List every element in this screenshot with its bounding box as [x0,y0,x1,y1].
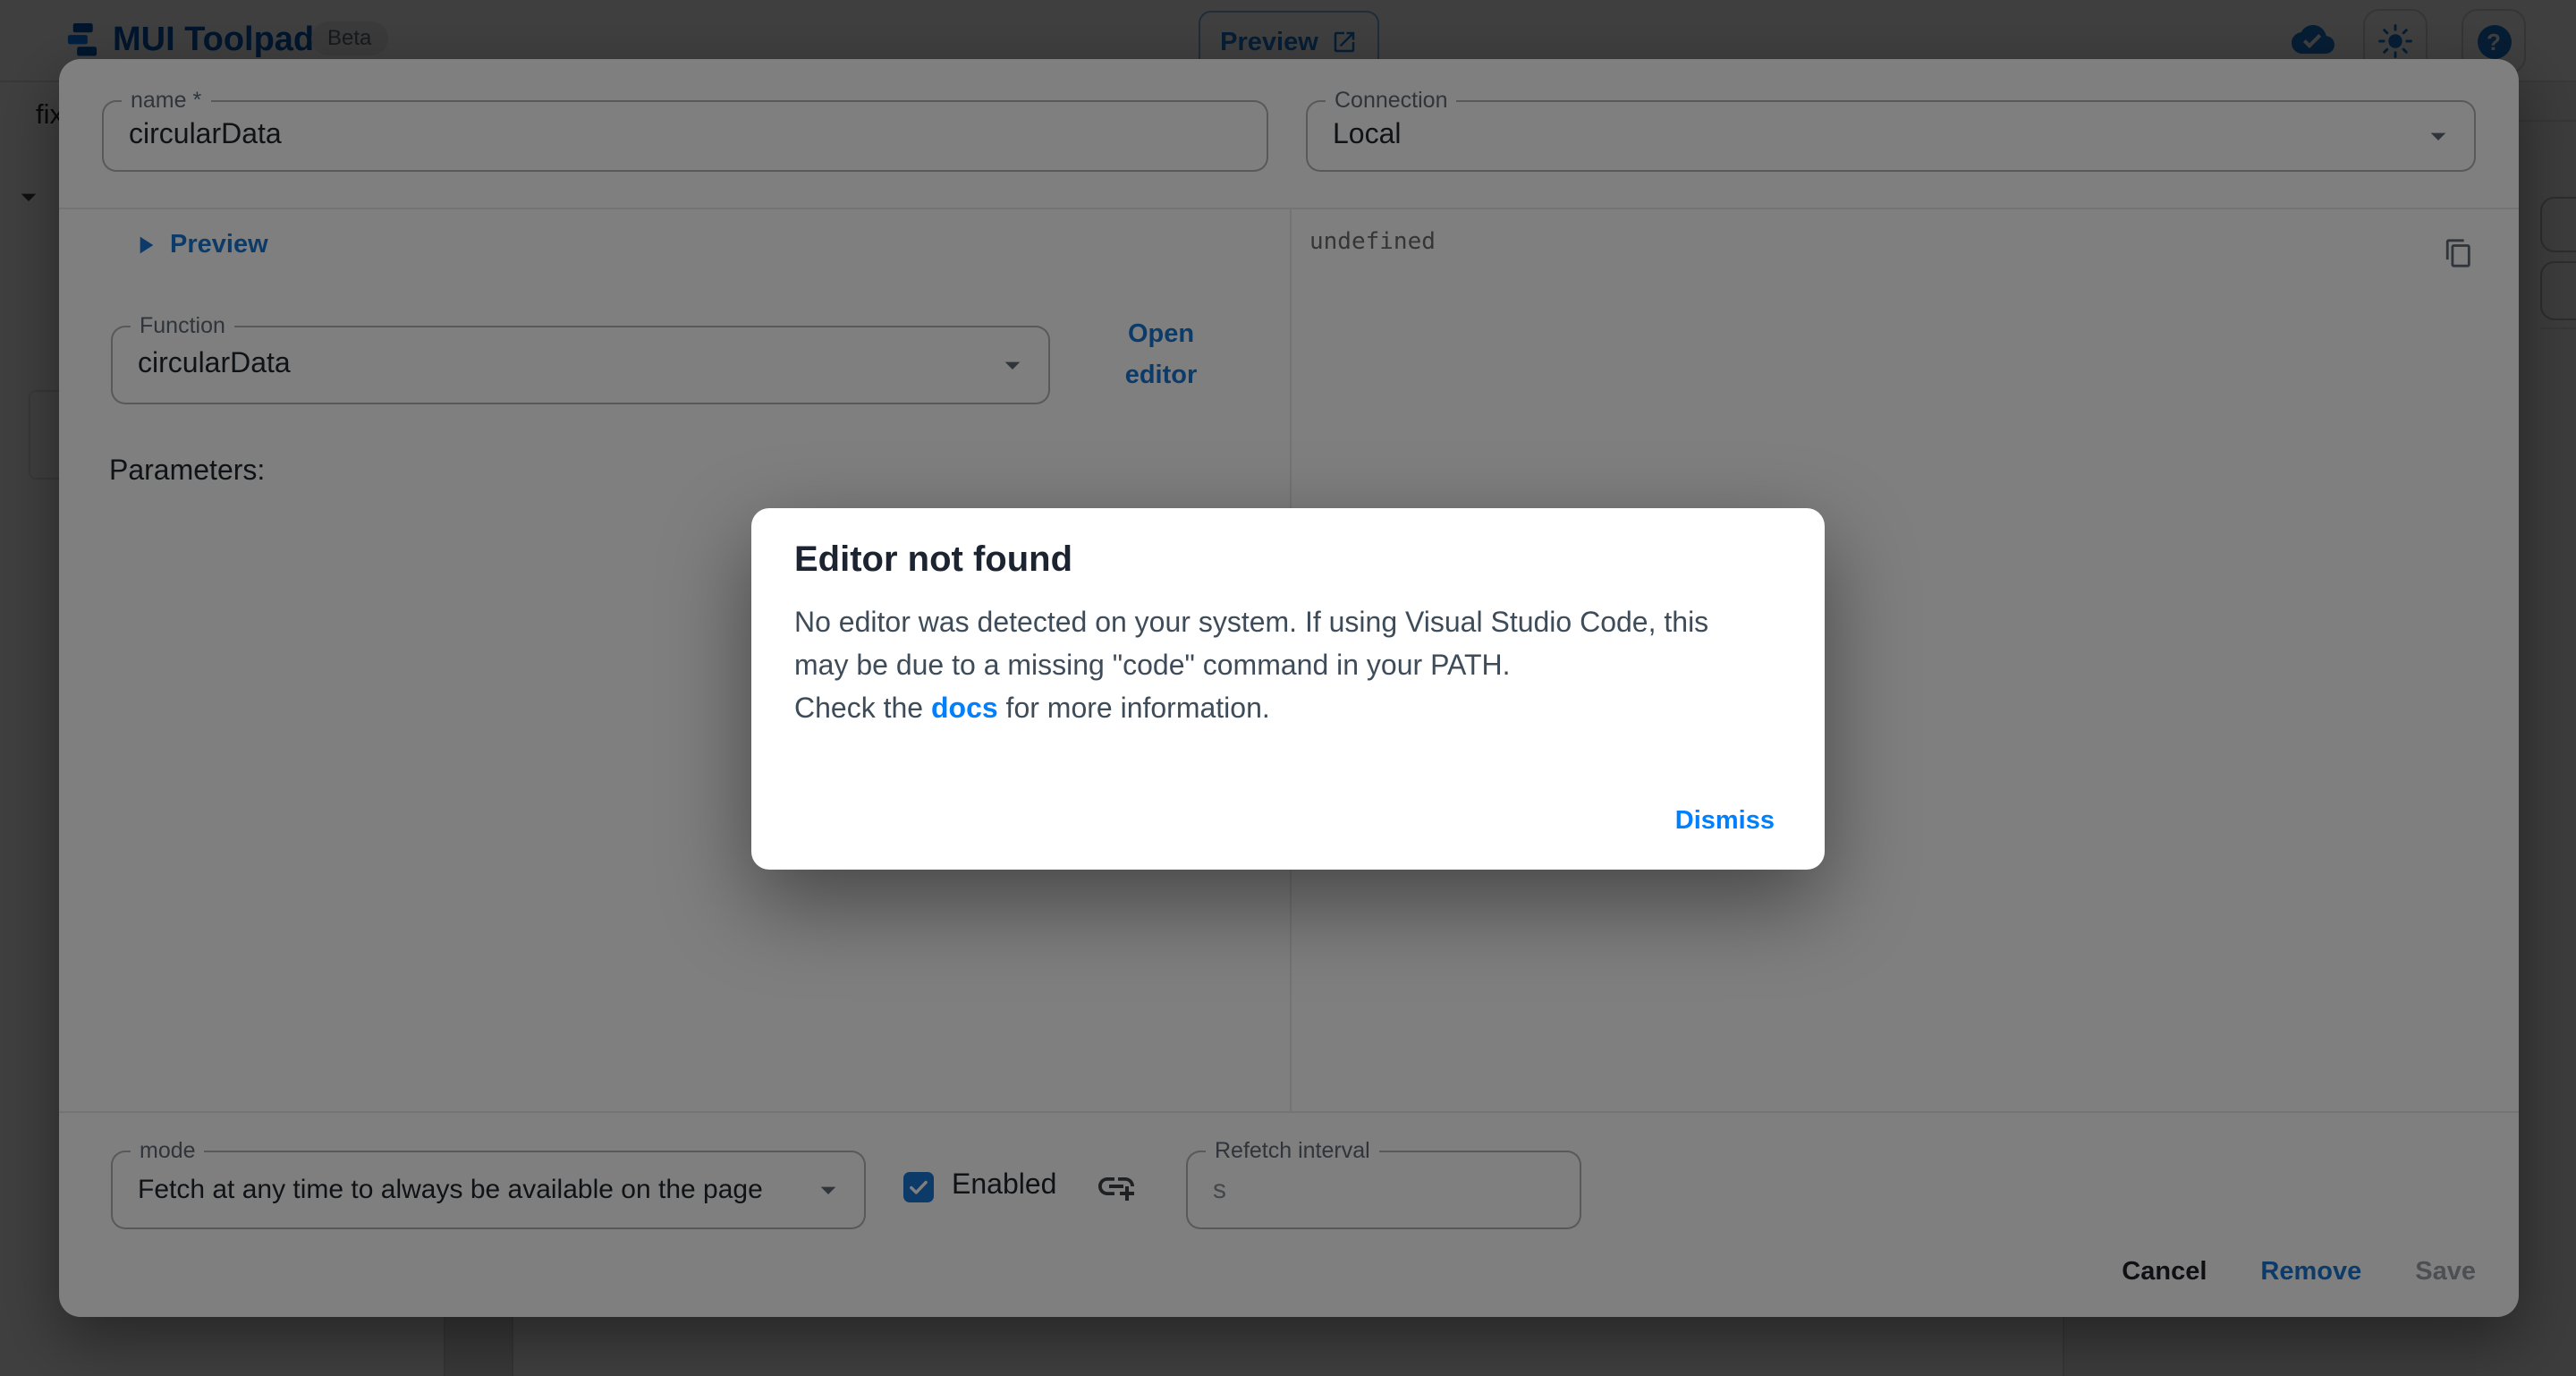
screen: MUI Toolpad Beta Preview [0,0,2576,1376]
dismiss-button[interactable]: Dismiss [1661,796,1789,846]
editor-not-found-dialog: Editor not found No editor was detected … [751,508,1825,870]
dialog-body-line3-prefix: Check the [794,694,931,725]
dialog-body-line1: No editor was detected on your system. I… [794,608,1708,639]
docs-link[interactable]: docs [931,694,998,725]
dialog-body: No editor was detected on your system. I… [794,603,1782,732]
dialog-title: Editor not found [794,531,1072,589]
dialog-body-line3-suffix: for more information. [998,694,1270,725]
dialog-body-line2: may be due to a missing "code" command i… [794,651,1511,682]
